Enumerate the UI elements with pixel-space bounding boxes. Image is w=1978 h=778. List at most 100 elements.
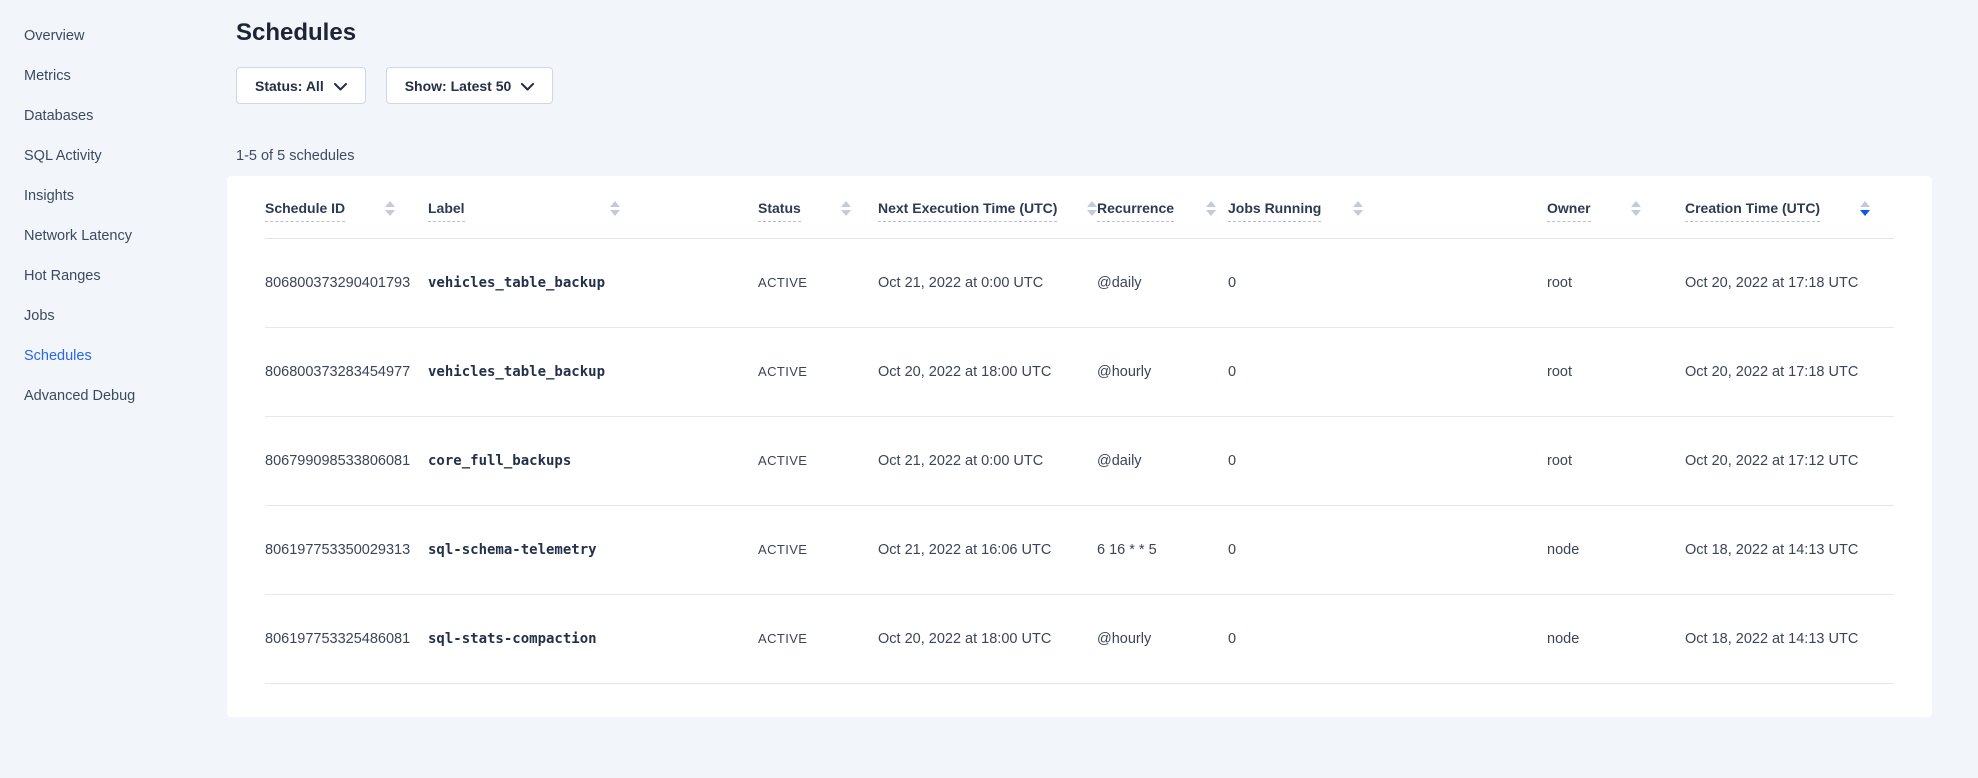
sort-icons (1860, 201, 1870, 216)
status-filter-dropdown[interactable]: Status: All (236, 67, 366, 104)
owner-cell: node (1547, 505, 1685, 594)
sidebar-item-network-latency[interactable]: Network Latency (24, 216, 210, 256)
sort-asc-icon (841, 201, 851, 207)
status-filter-label: Status: All (255, 78, 324, 94)
creation-time-cell: Oct 20, 2022 at 17:12 UTC (1685, 416, 1894, 505)
jobs-running-cell: 0 (1228, 238, 1547, 327)
table-row: 806197753350029313 sql-schema-telemetry … (265, 505, 1894, 594)
column-header-owner[interactable]: Owner (1547, 176, 1685, 238)
sort-asc-icon (385, 201, 395, 207)
sort-desc-icon (1353, 210, 1363, 216)
sort-desc-icon (1631, 210, 1641, 216)
status-cell: ACTIVE (758, 416, 878, 505)
next-execution-cell: Oct 20, 2022 at 18:00 UTC (878, 594, 1097, 683)
sort-icons (1631, 201, 1641, 216)
column-header-status[interactable]: Status (758, 176, 878, 238)
sort-icons (1206, 201, 1216, 216)
sort-desc-icon (841, 210, 851, 216)
sidebar-item-jobs[interactable]: Jobs (24, 296, 210, 336)
owner-cell: node (1547, 594, 1685, 683)
column-header-label[interactable]: Label (428, 176, 758, 238)
schedules-table-card: Schedule ID Label Status Next Execution … (227, 176, 1932, 717)
sort-icons (1087, 201, 1097, 216)
filter-bar: Status: All Show: Latest 50 (236, 67, 1932, 104)
sidebar-item-schedules[interactable]: Schedules (24, 336, 210, 376)
column-header-next-execution-time[interactable]: Next Execution Time (UTC) (878, 176, 1097, 238)
status-cell: ACTIVE (758, 594, 878, 683)
schedules-table: Schedule ID Label Status Next Execution … (265, 176, 1894, 684)
table-row: 806800373290401793 vehicles_table_backup… (265, 238, 1894, 327)
status-cell: ACTIVE (758, 238, 878, 327)
creation-time-cell: Oct 18, 2022 at 14:13 UTC (1685, 505, 1894, 594)
sort-asc-icon (1353, 201, 1363, 207)
column-header-jobs-running[interactable]: Jobs Running (1228, 176, 1547, 238)
creation-time-cell: Oct 18, 2022 at 14:13 UTC (1685, 594, 1894, 683)
sort-asc-icon (1631, 201, 1641, 207)
chevron-down-icon (334, 83, 347, 91)
next-execution-cell: Oct 21, 2022 at 16:06 UTC (878, 505, 1097, 594)
next-execution-cell: Oct 20, 2022 at 18:00 UTC (878, 327, 1097, 416)
jobs-running-cell: 0 (1228, 594, 1547, 683)
sort-desc-icon (1206, 210, 1216, 216)
column-header-recurrence[interactable]: Recurrence (1097, 176, 1228, 238)
recurrence-cell: @daily (1097, 416, 1228, 505)
next-execution-cell: Oct 21, 2022 at 0:00 UTC (878, 416, 1097, 505)
schedule-id-cell: 806197753325486081 (265, 594, 428, 683)
jobs-running-cell: 0 (1228, 505, 1547, 594)
column-header-schedule-id[interactable]: Schedule ID (265, 176, 428, 238)
jobs-running-cell: 0 (1228, 416, 1547, 505)
sort-desc-icon (1087, 210, 1097, 216)
label-cell: vehicles_table_backup (428, 327, 758, 416)
sidebar-nav: Overview Metrics Databases SQL Activity … (0, 0, 210, 778)
schedule-id-cell: 806799098533806081 (265, 416, 428, 505)
label-cell: sql-stats-compaction (428, 594, 758, 683)
result-count: 1-5 of 5 schedules (236, 146, 1932, 166)
sort-asc-icon (610, 201, 620, 207)
table-header-row: Schedule ID Label Status Next Execution … (265, 176, 1894, 238)
sidebar-item-databases[interactable]: Databases (24, 96, 210, 136)
next-execution-cell: Oct 21, 2022 at 0:00 UTC (878, 238, 1097, 327)
sort-asc-icon (1087, 201, 1097, 207)
table-row: 806799098533806081 core_full_backups ACT… (265, 416, 1894, 505)
creation-time-cell: Oct 20, 2022 at 17:18 UTC (1685, 238, 1894, 327)
owner-cell: root (1547, 238, 1685, 327)
show-filter-label: Show: Latest 50 (405, 78, 512, 94)
recurrence-cell: 6 16 * * 5 (1097, 505, 1228, 594)
status-cell: ACTIVE (758, 327, 878, 416)
sort-asc-icon (1206, 201, 1216, 207)
sidebar-item-sql-activity[interactable]: SQL Activity (24, 136, 210, 176)
recurrence-cell: @hourly (1097, 327, 1228, 416)
sort-desc-icon (385, 210, 395, 216)
sort-desc-icon (610, 210, 620, 216)
label-cell: core_full_backups (428, 416, 758, 505)
sort-desc-icon (1860, 210, 1870, 216)
sort-icons (841, 201, 851, 216)
owner-cell: root (1547, 327, 1685, 416)
owner-cell: root (1547, 416, 1685, 505)
sort-icons (610, 201, 620, 216)
chevron-down-icon (521, 83, 534, 91)
sidebar-item-advanced-debug[interactable]: Advanced Debug (24, 376, 210, 416)
sort-icons (385, 201, 395, 216)
schedule-id-cell: 806197753350029313 (265, 505, 428, 594)
recurrence-cell: @hourly (1097, 594, 1228, 683)
page-title: Schedules (236, 18, 1932, 48)
column-header-creation-time[interactable]: Creation Time (UTC) (1685, 176, 1894, 238)
sidebar-item-hot-ranges[interactable]: Hot Ranges (24, 256, 210, 296)
sort-asc-icon (1860, 201, 1870, 207)
show-filter-dropdown[interactable]: Show: Latest 50 (386, 67, 554, 104)
table-row: 806800373283454977 vehicles_table_backup… (265, 327, 1894, 416)
label-cell: sql-schema-telemetry (428, 505, 758, 594)
status-cell: ACTIVE (758, 505, 878, 594)
table-row: 806197753325486081 sql-stats-compaction … (265, 594, 1894, 683)
sidebar-item-metrics[interactable]: Metrics (24, 56, 210, 96)
sidebar-item-insights[interactable]: Insights (24, 176, 210, 216)
label-cell: vehicles_table_backup (428, 238, 758, 327)
jobs-running-cell: 0 (1228, 327, 1547, 416)
schedule-id-cell: 806800373283454977 (265, 327, 428, 416)
creation-time-cell: Oct 20, 2022 at 17:18 UTC (1685, 327, 1894, 416)
schedule-id-cell: 806800373290401793 (265, 238, 428, 327)
recurrence-cell: @daily (1097, 238, 1228, 327)
sidebar-item-overview[interactable]: Overview (24, 16, 210, 56)
sort-icons (1353, 201, 1363, 216)
